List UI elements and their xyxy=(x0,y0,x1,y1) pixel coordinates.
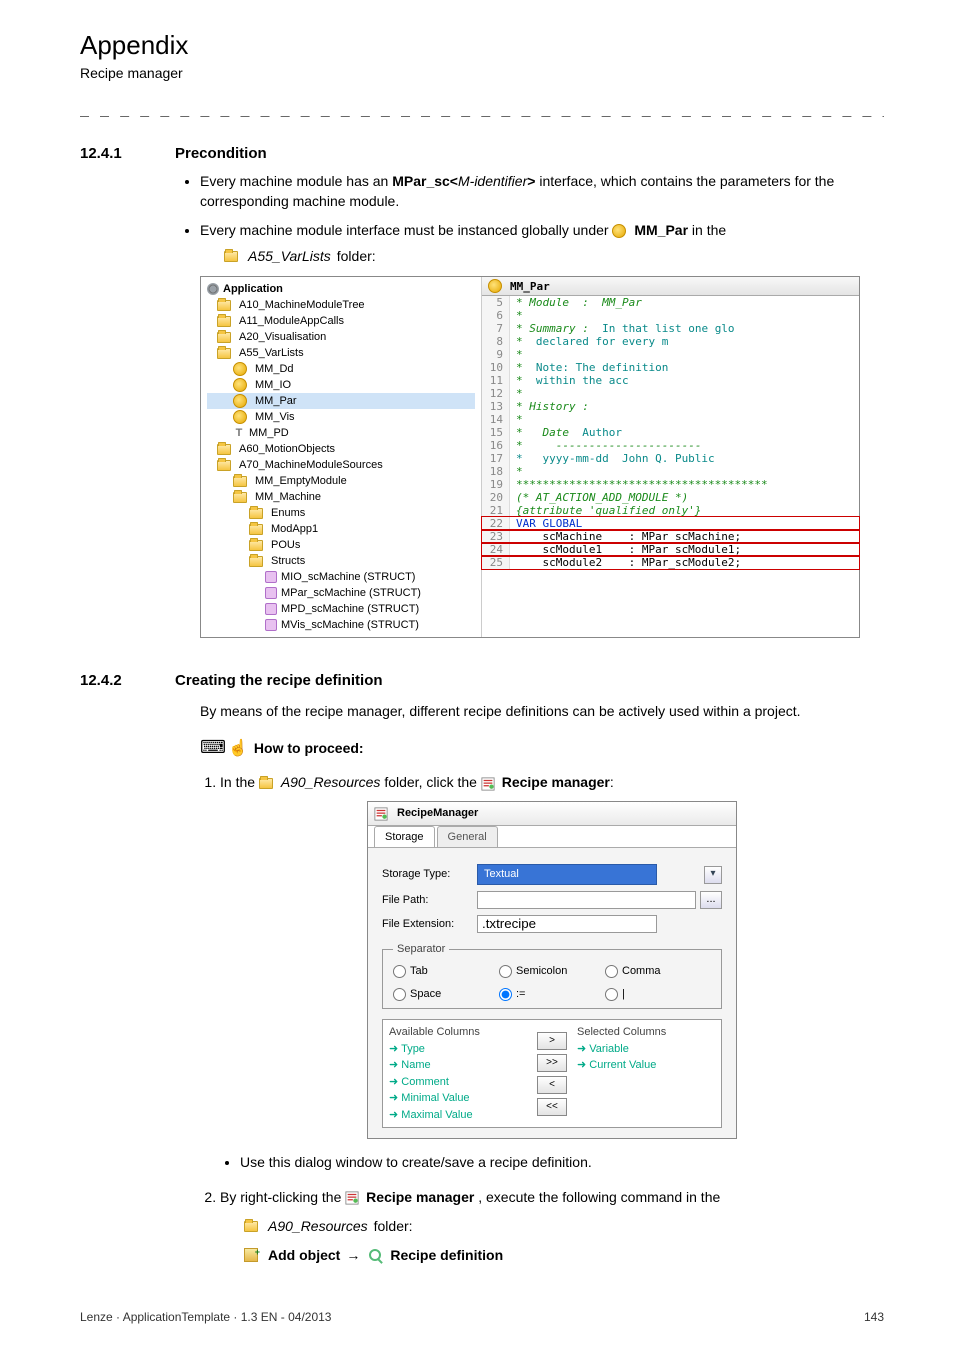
file-ext-input[interactable] xyxy=(477,915,657,933)
tab-storage[interactable]: Storage xyxy=(374,826,435,848)
radio-pipe[interactable]: | xyxy=(605,986,711,1003)
section-title: Precondition xyxy=(175,145,267,162)
gvl-icon xyxy=(233,394,247,408)
folder-icon xyxy=(233,492,247,503)
folder-icon xyxy=(249,524,263,535)
struct-icon xyxy=(265,587,277,599)
section-title: Creating the recipe definition xyxy=(175,672,383,689)
storage-type-label: Storage Type: xyxy=(382,866,477,883)
app-icon xyxy=(207,283,219,295)
columns-selector: Available Columns ➜ Type ➜ Name ➜ Commen… xyxy=(382,1019,722,1128)
precondition-list: Every machine module has an MPar_sc<M-id… xyxy=(200,172,884,266)
code-editor: MM_Par 5* Module : MM_Par6*7* Summary : … xyxy=(481,277,859,637)
separator-group: Separator Tab Semicolon Comma Space := | xyxy=(382,941,722,1010)
footer-page-number: 143 xyxy=(864,1310,884,1324)
gvl-icon xyxy=(233,362,247,376)
file-ext-label: File Extension: xyxy=(382,916,477,933)
section-number: 12.4.1 xyxy=(80,145,175,162)
steps-list: In the A90_Resources folder, click the R… xyxy=(220,772,884,1266)
move-all-right-button[interactable]: >> xyxy=(537,1054,567,1072)
folder-icon xyxy=(217,348,231,359)
step-2: By right-clicking the Recipe manager , e… xyxy=(220,1187,884,1266)
gvl-icon xyxy=(488,279,502,293)
dropdown-icon[interactable]: ▾ xyxy=(704,866,722,884)
file-path-label: File Path: xyxy=(382,892,477,909)
folder-icon xyxy=(217,444,231,455)
ide-screenshot: Application A10_MachineModuleTree A11_Mo… xyxy=(200,276,860,638)
radio-semicolon[interactable]: Semicolon xyxy=(499,963,605,980)
folder-icon xyxy=(249,540,263,551)
how-to-icon: ⌨☝ xyxy=(200,737,248,758)
folder-icon xyxy=(217,300,231,311)
folder-icon xyxy=(224,251,238,262)
step-1-note: Use this dialog window to create/save a … xyxy=(240,1153,884,1173)
recipe-manager-icon xyxy=(481,777,495,791)
tab-general[interactable]: General xyxy=(437,826,498,848)
a55-folder-line: A55_VarLists folder: xyxy=(224,247,884,267)
folder-icon xyxy=(233,476,247,487)
browse-button[interactable]: ... xyxy=(700,891,722,909)
section-number: 12.4.2 xyxy=(80,672,175,689)
radio-comma[interactable]: Comma xyxy=(605,963,711,980)
recipe-manager-dialog: RecipeManager Storage General Storage Ty… xyxy=(367,801,737,1139)
tree-mm-par-selected[interactable]: MM_Par xyxy=(207,393,475,409)
page-footer: Lenze · ApplicationTemplate · 1.3 EN - 0… xyxy=(80,1310,884,1324)
magnifier-icon xyxy=(369,1249,381,1261)
page-header: Appendix Recipe manager xyxy=(80,30,884,81)
move-left-button[interactable]: < xyxy=(537,1076,567,1094)
gvl-icon xyxy=(233,378,247,392)
radio-space[interactable]: Space xyxy=(393,986,499,1003)
recipe-manager-icon xyxy=(345,1191,359,1205)
struct-icon xyxy=(265,571,277,583)
folder-icon xyxy=(217,316,231,327)
pd-icon: T xyxy=(233,427,245,439)
step-1: In the A90_Resources folder, click the R… xyxy=(220,772,884,1173)
folder-icon xyxy=(217,460,231,471)
gvl-icon xyxy=(233,410,247,424)
how-to-proceed: ⌨☝ How to proceed: xyxy=(200,737,884,758)
file-path-input[interactable] xyxy=(477,891,696,909)
move-all-left-button[interactable]: << xyxy=(537,1098,567,1116)
project-tree: Application A10_MachineModuleTree A11_Mo… xyxy=(201,277,481,637)
radio-assign[interactable]: := xyxy=(499,986,605,1003)
struct-icon xyxy=(265,603,277,615)
header-title: Appendix xyxy=(80,30,884,61)
section-intro: By means of the recipe manager, differen… xyxy=(200,703,884,719)
gvl-icon xyxy=(612,224,626,238)
folder-icon xyxy=(244,1221,258,1232)
radio-tab[interactable]: Tab xyxy=(393,963,499,980)
folder-icon xyxy=(259,778,273,789)
folder-icon xyxy=(249,508,263,519)
footer-left: Lenze · ApplicationTemplate · 1.3 EN - 0… xyxy=(80,1310,331,1324)
struct-icon xyxy=(265,619,277,631)
precondition-item-1: Every machine module has an MPar_sc<M-id… xyxy=(200,172,884,211)
folder-icon xyxy=(249,556,263,567)
add-object-icon xyxy=(244,1248,258,1262)
section-12-4-1: 12.4.1 Precondition xyxy=(80,145,884,162)
recipe-manager-icon xyxy=(374,807,388,821)
precondition-item-2: Every machine module interface must be i… xyxy=(200,221,884,266)
header-sub: Recipe manager xyxy=(80,65,884,81)
folder-icon xyxy=(217,332,231,343)
section-12-4-2: 12.4.2 Creating the recipe definition xyxy=(80,672,884,689)
storage-type-select[interactable]: Textual xyxy=(477,864,657,885)
move-right-button[interactable]: > xyxy=(537,1032,567,1050)
divider: _ _ _ _ _ _ _ _ _ _ _ _ _ _ _ _ _ _ _ _ … xyxy=(80,99,884,117)
